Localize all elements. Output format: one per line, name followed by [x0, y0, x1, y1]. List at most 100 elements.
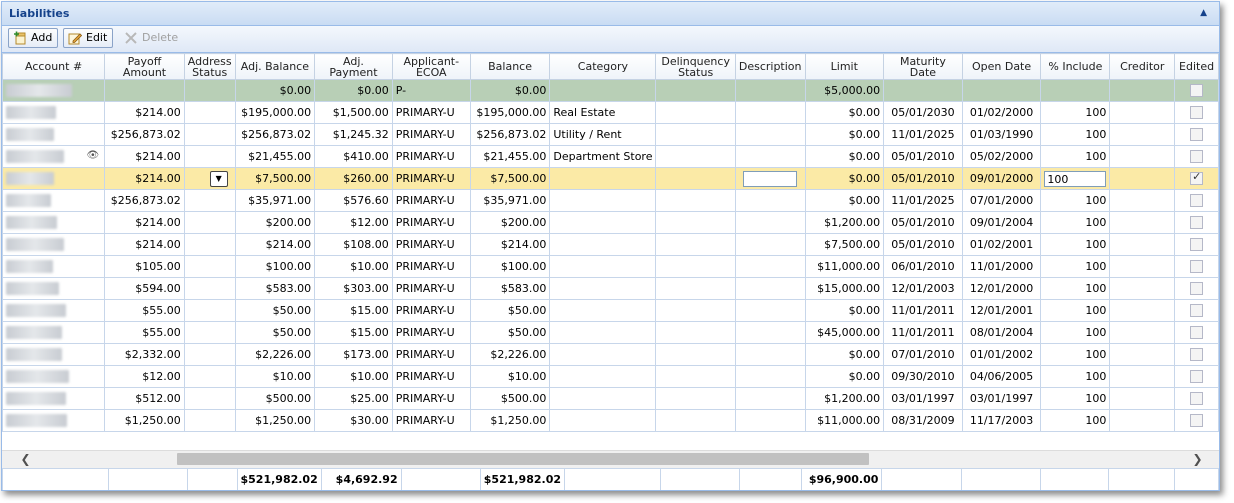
grid-cell[interactable]	[549, 189, 657, 212]
grid-cell[interactable]	[1109, 101, 1176, 124]
grid-cell[interactable]: P-	[391, 79, 471, 102]
checkbox[interactable]	[1190, 326, 1204, 340]
description-input[interactable]	[743, 170, 798, 187]
description-cell[interactable]	[734, 277, 806, 300]
grid-cell[interactable]	[1040, 79, 1111, 102]
edited-checkbox[interactable]	[1174, 255, 1219, 278]
grid-cell[interactable]: 100	[1040, 387, 1111, 410]
grid-cell[interactable]: $256,873.02	[234, 123, 316, 146]
account-number-cell[interactable]	[2, 277, 106, 300]
grid-cell[interactable]: $303.00	[314, 277, 393, 300]
grid-cell[interactable]: $15.00	[314, 321, 393, 344]
edited-checkbox[interactable]	[1174, 409, 1219, 432]
account-number-cell[interactable]	[2, 365, 106, 388]
checkbox[interactable]	[1190, 392, 1204, 406]
grid-cell[interactable]: $7,500.00	[469, 167, 551, 190]
grid-cell[interactable]: $260.00	[314, 167, 393, 190]
address-status-cell[interactable]	[183, 189, 236, 212]
grid-cell[interactable]: $10.00	[234, 365, 316, 388]
account-number-cell[interactable]: 👁	[2, 145, 106, 168]
grid-cell[interactable]: 07/01/2010	[883, 343, 963, 366]
grid-cell[interactable]: $200.00	[469, 211, 551, 234]
grid-cell[interactable]	[1109, 233, 1176, 256]
grid-cell[interactable]: $1,250.00	[234, 409, 316, 432]
grid-cell[interactable]: 11/01/2011	[883, 321, 963, 344]
edited-checkbox[interactable]	[1174, 145, 1219, 168]
grid-cell[interactable]: 100	[1040, 277, 1111, 300]
table-row[interactable]: $214.00 ▼ $7,500.00 $260.00 PRIMARY-U $7,500.…	[2, 167, 1219, 190]
address-status-cell[interactable]	[183, 123, 236, 146]
grid-cell[interactable]: 05/01/2010	[883, 211, 963, 234]
grid-cell[interactable]: $100.00	[234, 255, 316, 278]
grid-cell[interactable]: $0.00	[804, 189, 885, 212]
grid-cell[interactable]: $21,455.00	[469, 145, 551, 168]
grid-cell[interactable]: $214.00	[104, 167, 185, 190]
grid-cell[interactable]: $576.60	[314, 189, 393, 212]
grid-cell[interactable]: 12/01/2003	[883, 277, 963, 300]
address-status-cell[interactable]	[183, 365, 236, 388]
grid-cell[interactable]	[655, 79, 736, 102]
eye-icon[interactable]: 👁	[87, 150, 100, 161]
grid-cell[interactable]: 100	[1040, 343, 1111, 366]
column-header[interactable]: Delinquency Status	[655, 53, 736, 80]
grid-cell[interactable]: 09/30/2010	[883, 365, 963, 388]
grid-cell[interactable]: 05/01/2030	[883, 101, 963, 124]
grid-cell[interactable]: Real Estate	[549, 101, 657, 124]
table-row[interactable]: $2,332.00 $2,226.00 $173.00 PRIMARY-U $2,226…	[2, 343, 1219, 366]
grid-cell[interactable]	[655, 211, 736, 234]
grid-cell[interactable]	[549, 79, 657, 102]
delete-button[interactable]: Delete	[119, 28, 179, 48]
grid-cell[interactable]: $410.00	[314, 145, 393, 168]
include-percent-cell[interactable]: 100	[1040, 167, 1111, 190]
include-percent-input[interactable]: 100	[1044, 170, 1107, 187]
address-status-cell[interactable]	[183, 343, 236, 366]
grid-cell[interactable]	[1109, 299, 1176, 322]
column-header[interactable]: Edited	[1174, 53, 1219, 80]
grid-cell[interactable]: $2,226.00	[234, 343, 316, 366]
table-row[interactable]: $55.00 $50.00 $15.00 PRIMARY-U $50.00 $0.00 11…	[2, 299, 1219, 322]
grid-cell[interactable]	[655, 321, 736, 344]
address-status-cell[interactable]	[183, 255, 236, 278]
grid-cell[interactable]	[1109, 167, 1176, 190]
grid-cell[interactable]	[655, 233, 736, 256]
grid-cell[interactable]: $100.00	[469, 255, 551, 278]
grid-cell[interactable]: 06/01/2010	[883, 255, 963, 278]
grid-cell[interactable]: 100	[1040, 255, 1111, 278]
grid-cell[interactable]: $10.00	[314, 255, 393, 278]
grid-cell[interactable]: PRIMARY-U	[391, 233, 471, 256]
grid-cell[interactable]: $1,250.00	[469, 409, 551, 432]
checkbox[interactable]	[1190, 414, 1204, 428]
grid-cell[interactable]	[655, 277, 736, 300]
grid-cell[interactable]: $0.00	[804, 145, 885, 168]
scroll-left-icon[interactable]: ❮	[17, 451, 34, 468]
column-header[interactable]: Description	[734, 53, 806, 80]
grid-cell[interactable]	[549, 343, 657, 366]
grid-cell[interactable]: PRIMARY-U	[391, 365, 471, 388]
grid-cell[interactable]: 11/01/2025	[883, 123, 963, 146]
grid-cell[interactable]: 01/01/2002	[961, 343, 1042, 366]
table-row[interactable]: $512.00 $500.00 $25.00 PRIMARY-U $500.00 $1,2…	[2, 387, 1219, 410]
grid-cell[interactable]: $35,971.00	[234, 189, 316, 212]
description-cell[interactable]	[734, 189, 806, 212]
grid-cell[interactable]	[1109, 277, 1176, 300]
grid-cell[interactable]: $594.00	[104, 277, 185, 300]
address-status-cell[interactable]	[183, 145, 236, 168]
grid-cell[interactable]	[1109, 321, 1176, 344]
grid-cell[interactable]: 100	[1040, 299, 1111, 322]
checkbox[interactable]	[1190, 170, 1204, 186]
checkbox[interactable]	[1190, 348, 1204, 362]
grid-cell[interactable]	[655, 365, 736, 388]
grid-cell[interactable]	[549, 321, 657, 344]
description-cell[interactable]	[734, 123, 806, 146]
grid-cell[interactable]: 05/01/2010	[883, 233, 963, 256]
grid-cell[interactable]: $21,455.00	[234, 145, 316, 168]
grid-cell[interactable]: $7,500.00	[234, 167, 316, 190]
grid-cell[interactable]	[549, 167, 657, 190]
column-header[interactable]: Category	[549, 53, 657, 80]
grid-cell[interactable]: $195,000.00	[469, 101, 551, 124]
table-row[interactable]: $256,873.02 $35,971.00 $576.60 PRIMARY-U $35…	[2, 189, 1219, 212]
column-header[interactable]: Account #	[2, 53, 106, 80]
description-cell[interactable]	[734, 233, 806, 256]
description-cell[interactable]	[734, 409, 806, 432]
grid-cell[interactable]	[549, 387, 657, 410]
